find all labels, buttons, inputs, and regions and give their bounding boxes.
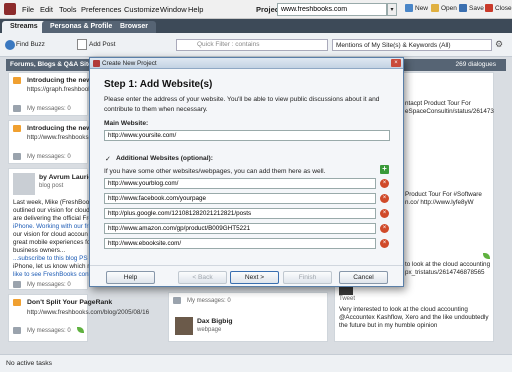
add-website-icon[interactable]: + [380,165,389,174]
leaf-icon [77,327,84,333]
leaf-icon [483,253,490,259]
app-logo-icon [93,60,100,67]
avatar [13,173,35,195]
menu-preferences[interactable]: Preferences [81,5,121,14]
list-item[interactable]: Introducing the new Fr http://www.freshb… [8,120,102,164]
item-author[interactable]: by Avrum Laurie [39,174,92,181]
remove-website-icon[interactable]: × [380,224,389,233]
website-input[interactable] [104,178,376,189]
menu-help[interactable]: Help [188,5,203,14]
item-messages: My messages: 0 [27,106,71,112]
project-input[interactable] [277,3,387,16]
list-item[interactable]: by Avrum Laurie blog post Last week, Mik… [8,168,92,290]
list-item[interactable]: Don't Split Your PageRank http://www.fre… [8,294,149,342]
forum-icon [13,125,21,132]
item-messages: My messages: 0 [187,298,231,304]
new-button[interactable]: New [405,4,428,12]
open-icon [431,4,439,12]
remove-website-icon[interactable]: × [380,239,389,248]
item-messages: My messages: 0 [27,282,71,288]
remove-website-icon[interactable]: × [380,179,389,188]
website-input[interactable] [104,238,376,249]
message-icon [13,105,21,112]
next-button[interactable]: Next > [230,271,279,284]
message-icon [13,281,21,288]
main-website-input[interactable] [104,130,390,141]
menu-bar: File Edit Tools Preferences Customize Wi… [0,0,512,19]
step-description: contribute to them when necessary. [104,106,208,113]
quick-filter-input[interactable]: Quick Filter : contains [176,39,328,51]
step-heading: Step 1: Add Website(s) [104,79,213,90]
item-type: Tweet [339,296,356,302]
website-input[interactable] [104,208,376,219]
tab-browser[interactable]: Browser [112,21,157,33]
dialog-footer: Help < Back Next > Finish Cancel [90,265,403,287]
project-dropdown-button[interactable]: ▾ [387,3,397,16]
message-icon [13,327,21,334]
list-item[interactable]: Introducing the new Fr https://graph.fre… [8,72,108,116]
item-type: webpage [197,327,222,333]
item-text-line: px_tristatus/2614746878565 [405,269,485,276]
close-icon [485,4,493,12]
remove-website-icon[interactable]: × [380,194,389,203]
app-logo-icon [4,3,16,15]
tab-streams[interactable]: Streams [2,21,46,33]
main-website-label: Main Website: [104,120,149,127]
item-text-line: n.co/ http://www.lyfe8yW [405,199,474,206]
forum-icon [13,77,21,84]
save-icon [459,4,467,12]
column-title: Forums, Blogs & Q&A Sites [10,61,96,68]
mentions-filter-select[interactable]: Mentions of My Site(s) & Keywords (All) [332,39,492,51]
cancel-button[interactable]: Cancel [339,271,388,284]
item-messages: My messages: 0 [27,328,71,334]
additional-websites-description: If you have some other websites/webpages… [104,168,326,175]
close-icon[interactable]: × [391,59,401,67]
item-text-line: like to see FreshBooks cont [13,271,91,278]
item-author[interactable]: Dax Bigbig [197,318,233,325]
menu-customize[interactable]: Customize [124,5,159,14]
menu-tools[interactable]: Tools [59,5,77,14]
website-input[interactable] [104,223,376,234]
status-text: No active tasks [6,360,53,367]
menu-window[interactable]: Window [160,5,187,14]
item-messages: My messages: 0 [27,154,71,160]
add-post-button[interactable]: Add Post [89,41,115,48]
status-bar: No active tasks [0,354,512,372]
new-icon [405,4,413,12]
item-type: blog post [39,183,64,189]
step-description: Please enter the address of your website… [104,96,380,103]
menu-edit[interactable]: Edit [40,5,53,14]
help-button[interactable]: Help [106,271,155,284]
item-text-line: eSpaceConsultin/status/261473 [405,108,494,115]
forum-icon [13,299,21,306]
open-button[interactable]: Open▾ [431,4,462,12]
message-icon [13,153,21,160]
remove-website-icon[interactable]: × [380,209,389,218]
website-input[interactable] [104,193,376,204]
additional-websites-label: Additional Websites (optional): [116,155,213,162]
main-tab-bar: Streams Personas & Profiles Browser [0,19,512,33]
item-url[interactable]: http://www.freshbooks.com/blog/2005/08/1… [27,309,149,316]
list-item[interactable]: My messages: 0 Dax Bigbig webpage [168,292,328,342]
menu-file[interactable]: File [22,5,34,14]
message-icon [173,297,181,304]
gear-icon[interactable]: ⚙ [495,39,503,50]
add-post-icon [77,39,87,50]
avatar [175,317,193,335]
finish-button[interactable]: Finish [283,271,332,284]
dialogue-count: 269 dialogues [455,61,496,68]
find-buzz-icon [5,40,15,50]
create-project-dialog: Create New Project × Step 1: Add Website… [89,57,404,287]
item-text-line: the future but in my humble opinion [339,322,438,329]
find-buzz-button[interactable]: Find Buzz [16,41,45,48]
additional-websites-checkbox[interactable]: ✓ [105,155,111,163]
item-title[interactable]: Don't Split Your PageRank [27,299,112,306]
close-project-button[interactable]: Close [485,4,512,12]
dialog-titlebar: Create New Project × [90,58,403,69]
dialog-title: Create New Project [102,60,157,67]
streams-toolbar: Find Buzz Add Post ⌕▾ Quick Filter : con… [0,33,512,57]
back-button[interactable]: < Back [178,271,227,284]
